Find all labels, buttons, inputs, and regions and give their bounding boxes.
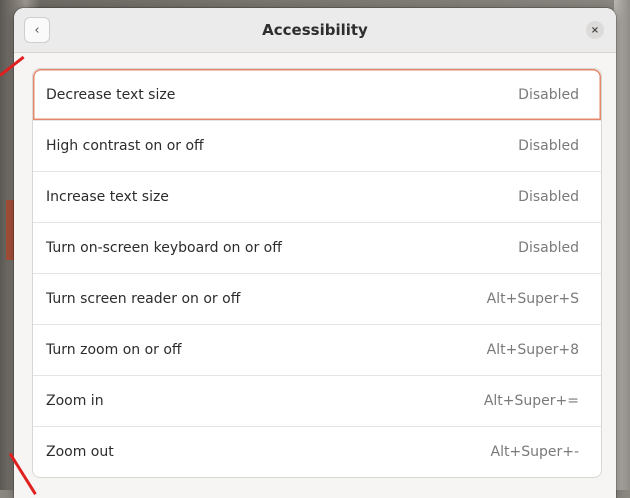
shortcut-label: Turn zoom on or off	[46, 342, 182, 358]
shortcut-row-decrease-text-size[interactable]: Decrease text size Disabled	[33, 69, 601, 120]
shortcut-value: Alt+Super+8	[487, 342, 579, 358]
dialog-header: ‹ Accessibility ×	[14, 8, 616, 53]
shortcut-value: Alt+Super+-	[491, 444, 579, 460]
shortcut-row-screen-reader[interactable]: Turn screen reader on or off Alt+Super+S	[33, 273, 601, 324]
shortcut-row-zoom-out[interactable]: Zoom out Alt+Super+-	[33, 426, 601, 477]
shortcut-value: Disabled	[518, 240, 579, 256]
shortcut-label: Turn on-screen keyboard on or off	[46, 240, 282, 256]
accessibility-shortcuts-dialog: ‹ Accessibility × Decrease text size Dis…	[14, 8, 616, 498]
shortcut-label: Turn screen reader on or off	[46, 291, 240, 307]
dialog-content: Decrease text size Disabled High contras…	[14, 53, 616, 478]
close-button[interactable]: ×	[586, 21, 604, 39]
close-icon: ×	[591, 25, 599, 36]
dialog-title: Accessibility	[262, 21, 368, 39]
shortcut-label: Increase text size	[46, 189, 169, 205]
shortcut-value: Alt+Super+S	[487, 291, 579, 307]
chevron-left-icon: ‹	[34, 23, 39, 38]
shortcut-label: Zoom out	[46, 444, 114, 460]
shortcut-list: Decrease text size Disabled High contras…	[32, 68, 602, 478]
shortcut-value: Disabled	[518, 138, 579, 154]
shortcut-label: High contrast on or off	[46, 138, 204, 154]
back-button[interactable]: ‹	[24, 17, 50, 43]
shortcut-label: Decrease text size	[46, 87, 175, 103]
shortcut-value: Disabled	[518, 87, 579, 103]
shortcut-row-high-contrast[interactable]: High contrast on or off Disabled	[33, 120, 601, 171]
shortcut-value: Disabled	[518, 189, 579, 205]
shortcut-label: Zoom in	[46, 393, 104, 409]
shortcut-row-zoom-in[interactable]: Zoom in Alt+Super+=	[33, 375, 601, 426]
shortcut-row-increase-text-size[interactable]: Increase text size Disabled	[33, 171, 601, 222]
shortcut-row-onscreen-keyboard[interactable]: Turn on-screen keyboard on or off Disabl…	[33, 222, 601, 273]
shortcut-row-zoom-toggle[interactable]: Turn zoom on or off Alt+Super+8	[33, 324, 601, 375]
shortcut-value: Alt+Super+=	[484, 393, 579, 409]
